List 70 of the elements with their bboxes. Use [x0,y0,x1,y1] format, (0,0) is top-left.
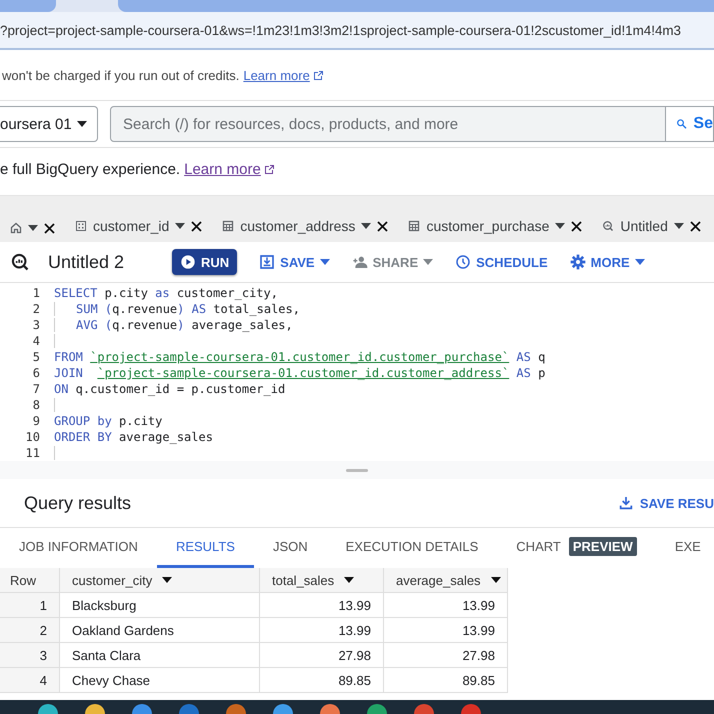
promo-text: e full BigQuery experience. [0,160,180,178]
toolbar-button[interactable]: RUN [172,249,238,275]
row-number: 4 [0,668,60,693]
table-cell: 27.98 [384,643,508,668]
header-label: customer_city [72,572,152,588]
notice-text: won't be charged if you run out of credits. [2,68,240,82]
line-number: 11 [24,446,40,460]
code-line: SELECT p.city as customer_city, [54,286,278,300]
results-title: Query results [24,492,132,514]
code-line: JOIN `project-sample-coursera-01.customer_id.customer_address` AS p [54,366,546,380]
editor-tab[interactable]: customer_id [75,218,186,234]
line-number: 7 [32,382,40,396]
table-cell: Chevy Chase [60,668,260,693]
table-cell: 13.99 [260,593,384,618]
line-number: 4 [32,334,40,348]
results-tab[interactable]: JOB INFORMATION [0,528,157,568]
editor-tab[interactable]: customer_address [222,218,372,234]
row-number: 1 [0,593,60,618]
url-text: ?project=project-sample-coursera-01&ws=!1m23!1m3!3m2!1sproject-sample-coursera-01!2scustomer_id!1m4!4m3 [0,22,681,38]
address-bar[interactable]: ?project=project-sample-coursera-01&ws=!1m23!1m3!3m2!1sproject-sample-coursera-01!2scustomer_id!1m4!4m3 [0,12,714,50]
table-cell: 13.99 [260,618,384,643]
line-number: 2 [32,302,40,316]
line-number: 9 [32,414,40,428]
line-number: 1 [32,286,40,300]
code-line: AVG (q.revenue) average_sales, [54,318,293,332]
toolbar-button[interactable]: MORE [570,254,645,270]
search-field[interactable]: Search (/) for resources, docs, products, and more Se [110,106,714,142]
results-tab[interactable]: EXE [656,528,714,568]
learn-more-link[interactable]: Learn more [184,160,275,178]
line-number: 3 [32,318,40,332]
column-header[interactable]: total_sales [260,568,384,593]
line-number: 6 [32,366,40,380]
table-cell: 13.99 [384,618,508,643]
chart-tab[interactable]: CHART PREVIEW [497,528,656,568]
learn-more-link[interactable]: Learn more [243,68,324,82]
line-number: 10 [24,430,40,444]
header-label: average_sales [396,572,481,588]
tab-label: CHART [516,539,561,554]
table-cell: 89.85 [260,668,384,693]
code-line: FROM `project-sample-coursera-01.customer_id.customer_purchase` AS q [54,350,546,364]
table-cell: Oakland Gardens [60,618,260,643]
search-button[interactable]: Se [665,107,713,141]
table-cell: 89.85 [384,668,508,693]
toolbar-button[interactable]: SAVE [259,254,330,270]
table-cell: 13.99 [384,593,508,618]
code-line: ORDER BY average_sales [54,430,213,444]
project-picker[interactable]: oursera 01 [0,106,98,142]
editor-tab[interactable]: customer_purchase [408,218,566,234]
code-line: SUM (q.revenue) AS total_sales, [54,302,300,316]
table-cell: Blacksburg [60,593,260,618]
preview-badge: PREVIEW [568,537,637,556]
row-number: 3 [0,643,60,668]
header-label: total_sales [272,572,334,588]
results-tab[interactable]: JSON [254,528,327,568]
editor-tab[interactable]: Untitled [602,218,684,234]
toolbar-button[interactable]: SCHEDULE [455,254,548,270]
save-results-button[interactable]: SAVE RESU [618,495,714,511]
table-cell: Santa Clara [60,643,260,668]
query-title: Untitled 2 [48,252,126,272]
column-header[interactable]: Row [0,568,60,593]
line-number: 5 [32,350,40,364]
column-header[interactable]: average_sales [384,568,508,593]
results-tab[interactable]: EXECUTION DETAILS [326,528,498,568]
row-number: 2 [0,618,60,643]
code-line: GROUP by p.city [54,414,162,428]
header-label: Row [10,572,36,588]
column-header[interactable]: customer_city [60,568,260,593]
table-cell: 27.98 [260,643,384,668]
line-number: 8 [32,398,40,412]
code-line: ON q.customer_id = p.customer_id [54,382,286,396]
